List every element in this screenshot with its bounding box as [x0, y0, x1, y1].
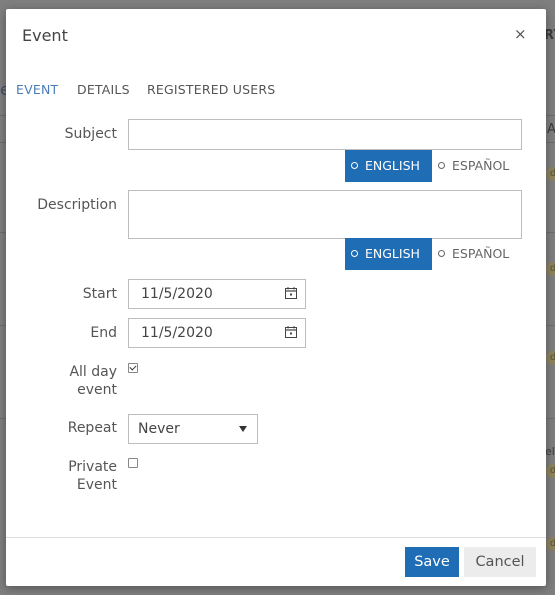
background-badge: d: [546, 464, 555, 478]
tab-event[interactable]: EVENT: [16, 82, 58, 97]
all-day-checkbox[interactable]: [128, 363, 138, 373]
background-badge: d: [546, 262, 555, 276]
description-lang-espanol[interactable]: ESPAÑOL: [432, 238, 509, 270]
subject-label: Subject: [64, 126, 117, 142]
description-label: Description: [37, 197, 117, 213]
cancel-button[interactable]: Cancel: [464, 547, 536, 577]
end-label: End: [90, 325, 117, 341]
footer-divider: [6, 537, 546, 538]
calendar-icon[interactable]: [285, 287, 297, 299]
background-badge: d: [546, 537, 555, 551]
chevron-down-icon: [239, 426, 247, 432]
radio-icon: [351, 250, 358, 257]
private-event-label: Private Event: [68, 459, 117, 493]
radio-icon: [438, 162, 445, 169]
background-text: A: [547, 122, 555, 137]
radio-icon: [351, 162, 358, 169]
repeat-select[interactable]: Never: [128, 414, 258, 444]
private-event-checkbox[interactable]: [128, 458, 138, 468]
start-date-value: 11/5/2020: [141, 286, 213, 302]
close-icon[interactable]: ×: [514, 25, 527, 43]
event-modal: Event × EVENT DETAILS REGISTERED USERS S…: [6, 9, 546, 586]
tab-registered-users[interactable]: REGISTERED USERS: [147, 82, 275, 97]
all-day-label: All day event: [69, 364, 117, 398]
repeat-value: Never: [138, 421, 180, 437]
end-date-input[interactable]: 11/5/2020: [128, 318, 306, 348]
background-badge: d: [546, 167, 555, 181]
save-button[interactable]: Save: [405, 547, 459, 577]
background-text: el: [545, 445, 555, 458]
description-input[interactable]: [128, 190, 522, 239]
repeat-label: Repeat: [67, 420, 117, 436]
subject-lang-espanol[interactable]: ESPAÑOL: [432, 150, 509, 182]
subject-lang-english[interactable]: ENGLISH: [345, 150, 432, 182]
radio-icon: [438, 250, 445, 257]
calendar-icon[interactable]: [285, 326, 297, 338]
subject-input[interactable]: [128, 119, 522, 150]
tab-details[interactable]: DETAILS: [77, 82, 130, 97]
start-label: Start: [82, 286, 117, 302]
modal-title: Event: [22, 26, 68, 45]
start-date-input[interactable]: 11/5/2020: [128, 279, 306, 309]
description-lang-english[interactable]: ENGLISH: [345, 238, 432, 270]
end-date-value: 11/5/2020: [141, 325, 213, 341]
background-badge: d: [546, 351, 555, 365]
